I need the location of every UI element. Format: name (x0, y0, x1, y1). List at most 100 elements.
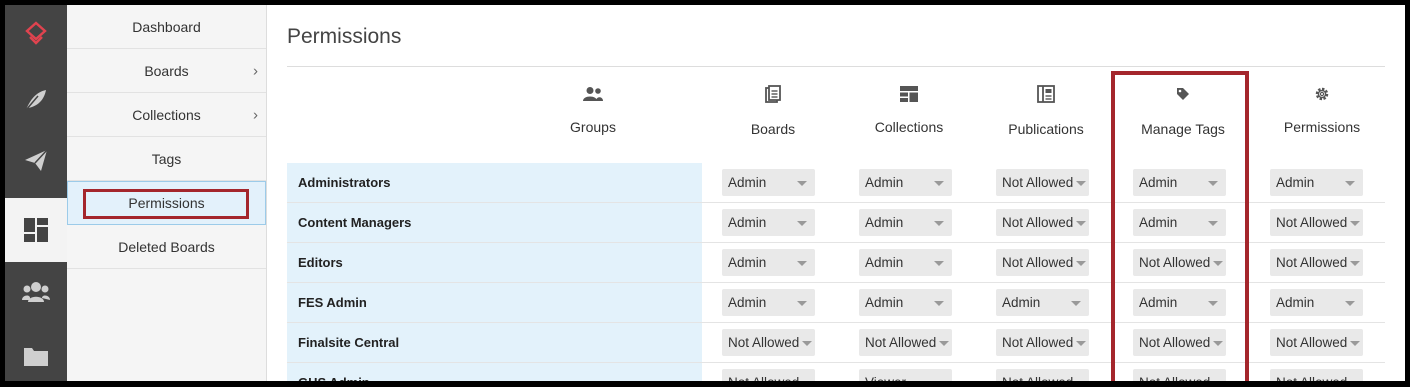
subnav-item-tags[interactable]: Tags (67, 137, 266, 181)
caret-down-icon (1345, 181, 1355, 186)
layout-icon (900, 83, 918, 105)
select-value: Admin (865, 295, 904, 310)
column-header-groups: Groups (443, 83, 743, 163)
publications-select[interactable]: Not Allowed (996, 369, 1089, 381)
column-header-boards: Boards (723, 83, 823, 163)
caret-down-icon (934, 261, 944, 266)
select-value: Admin (728, 295, 767, 310)
paper-plane-icon[interactable] (5, 131, 67, 189)
column-header-collections: Collections (859, 83, 959, 163)
caret-down-icon (939, 341, 949, 346)
subnav-item-label: Deleted Boards (118, 238, 215, 255)
highlight-box (1111, 71, 1249, 381)
select-value: Admin (728, 175, 767, 190)
select-value: Admin (865, 175, 904, 190)
publications-select[interactable]: Not Allowed (996, 249, 1089, 276)
publications-select[interactable]: Not Allowed (996, 209, 1089, 236)
permissions-select[interactable]: Not Allowed (1270, 249, 1363, 276)
permissions-select[interactable]: Admin (1270, 289, 1363, 316)
boards-select[interactable]: Admin (722, 289, 815, 316)
caret-down-icon (1350, 221, 1360, 226)
caret-down-icon (797, 221, 807, 226)
select-value: Not Allowed (1002, 175, 1074, 190)
subnav-item-label: Collections (132, 106, 201, 123)
select-value: Not Allowed (1276, 375, 1347, 381)
caret-down-icon (1345, 301, 1355, 306)
subnav-item-dashboard[interactable]: Dashboard (67, 5, 266, 49)
dashboard-icon[interactable] (5, 198, 67, 262)
collections-select[interactable]: Viewer (859, 369, 952, 381)
users-icon (583, 83, 603, 105)
gear-icon (1314, 83, 1330, 105)
select-value: Viewer (865, 375, 906, 381)
permissions-select[interactable]: Not Allowed (1270, 329, 1363, 356)
subnav-item-boards[interactable]: Boards › (67, 49, 266, 93)
group-name: GHS Admin (287, 363, 702, 381)
boards-select[interactable]: Admin (722, 249, 815, 276)
newspaper-icon (1037, 83, 1055, 105)
subnav-item-permissions[interactable]: Permissions (67, 181, 266, 225)
column-label: Boards (750, 121, 796, 137)
publications-select[interactable]: Not Allowed (996, 169, 1089, 196)
chevron-right-icon: › (253, 62, 258, 79)
collections-select[interactable]: Admin (859, 249, 952, 276)
caret-down-icon (1076, 181, 1086, 186)
copy-icon (765, 83, 781, 105)
caret-down-icon (797, 181, 807, 186)
feather-icon[interactable] (5, 71, 67, 129)
caret-down-icon (1076, 261, 1086, 266)
select-value: Not Allowed (1276, 215, 1348, 230)
permissions-select[interactable]: Not Allowed (1270, 209, 1363, 236)
select-value: Not Allowed (1276, 335, 1348, 350)
caret-down-icon (802, 341, 812, 346)
caret-down-icon (934, 221, 944, 226)
subnav-item-deleted-boards[interactable]: Deleted Boards (67, 225, 266, 269)
column-label: Publications (1008, 121, 1084, 137)
subnav-item-collections[interactable]: Collections › (67, 93, 266, 137)
collections-select[interactable]: Not Allowed (859, 329, 952, 356)
select-value: Not Allowed (728, 335, 800, 350)
caret-down-icon (1350, 261, 1360, 266)
sub-navigation: Dashboard Boards › Collections › Tags Pe… (67, 5, 267, 381)
caret-down-icon (934, 181, 944, 186)
column-label: Permissions (1283, 119, 1361, 135)
boards-select[interactable]: Not Allowed (722, 369, 815, 381)
subnav-item-label: Dashboard (132, 18, 201, 35)
select-value: Admin (865, 215, 904, 230)
boards-select[interactable]: Admin (722, 209, 815, 236)
permissions-select[interactable]: Admin (1270, 169, 1363, 196)
users-icon[interactable] (5, 263, 67, 321)
column-label: Collections (874, 119, 944, 135)
boards-select[interactable]: Not Allowed (722, 329, 815, 356)
collections-select[interactable]: Admin (859, 209, 952, 236)
select-value: Admin (728, 255, 767, 270)
column-header-permissions: Permissions (1272, 83, 1372, 163)
select-value: Admin (1276, 295, 1315, 310)
caret-down-icon (934, 301, 944, 306)
select-value: Admin (1002, 295, 1041, 310)
publications-select[interactable]: Not Allowed (996, 329, 1089, 356)
boards-select[interactable]: Admin (722, 169, 815, 196)
logo-icon[interactable] (5, 5, 67, 63)
chevron-right-icon: › (253, 106, 258, 123)
collections-select[interactable]: Admin (859, 289, 952, 316)
publications-select[interactable]: Admin (996, 289, 1089, 316)
app-window: Dashboard Boards › Collections › Tags Pe… (5, 5, 1405, 381)
folder-icon[interactable] (5, 327, 67, 381)
caret-down-icon (1350, 341, 1360, 346)
page-title: Permissions (287, 25, 402, 48)
caret-down-icon (1076, 341, 1086, 346)
caret-down-icon (1071, 301, 1081, 306)
select-value: Not Allowed (1002, 255, 1074, 270)
select-value: Admin (728, 215, 767, 230)
permissions-select[interactable]: Not Allowed (1270, 369, 1363, 381)
icon-rail (5, 5, 67, 381)
subnav-item-label: Boards (144, 62, 189, 79)
select-value: Not Allowed (1002, 335, 1074, 350)
caret-down-icon (797, 301, 807, 306)
group-name: Editors (287, 243, 702, 282)
collections-select[interactable]: Admin (859, 169, 952, 196)
group-name: Finalsite Central (287, 323, 702, 362)
column-label: Groups (570, 119, 616, 135)
caret-down-icon (797, 261, 807, 266)
